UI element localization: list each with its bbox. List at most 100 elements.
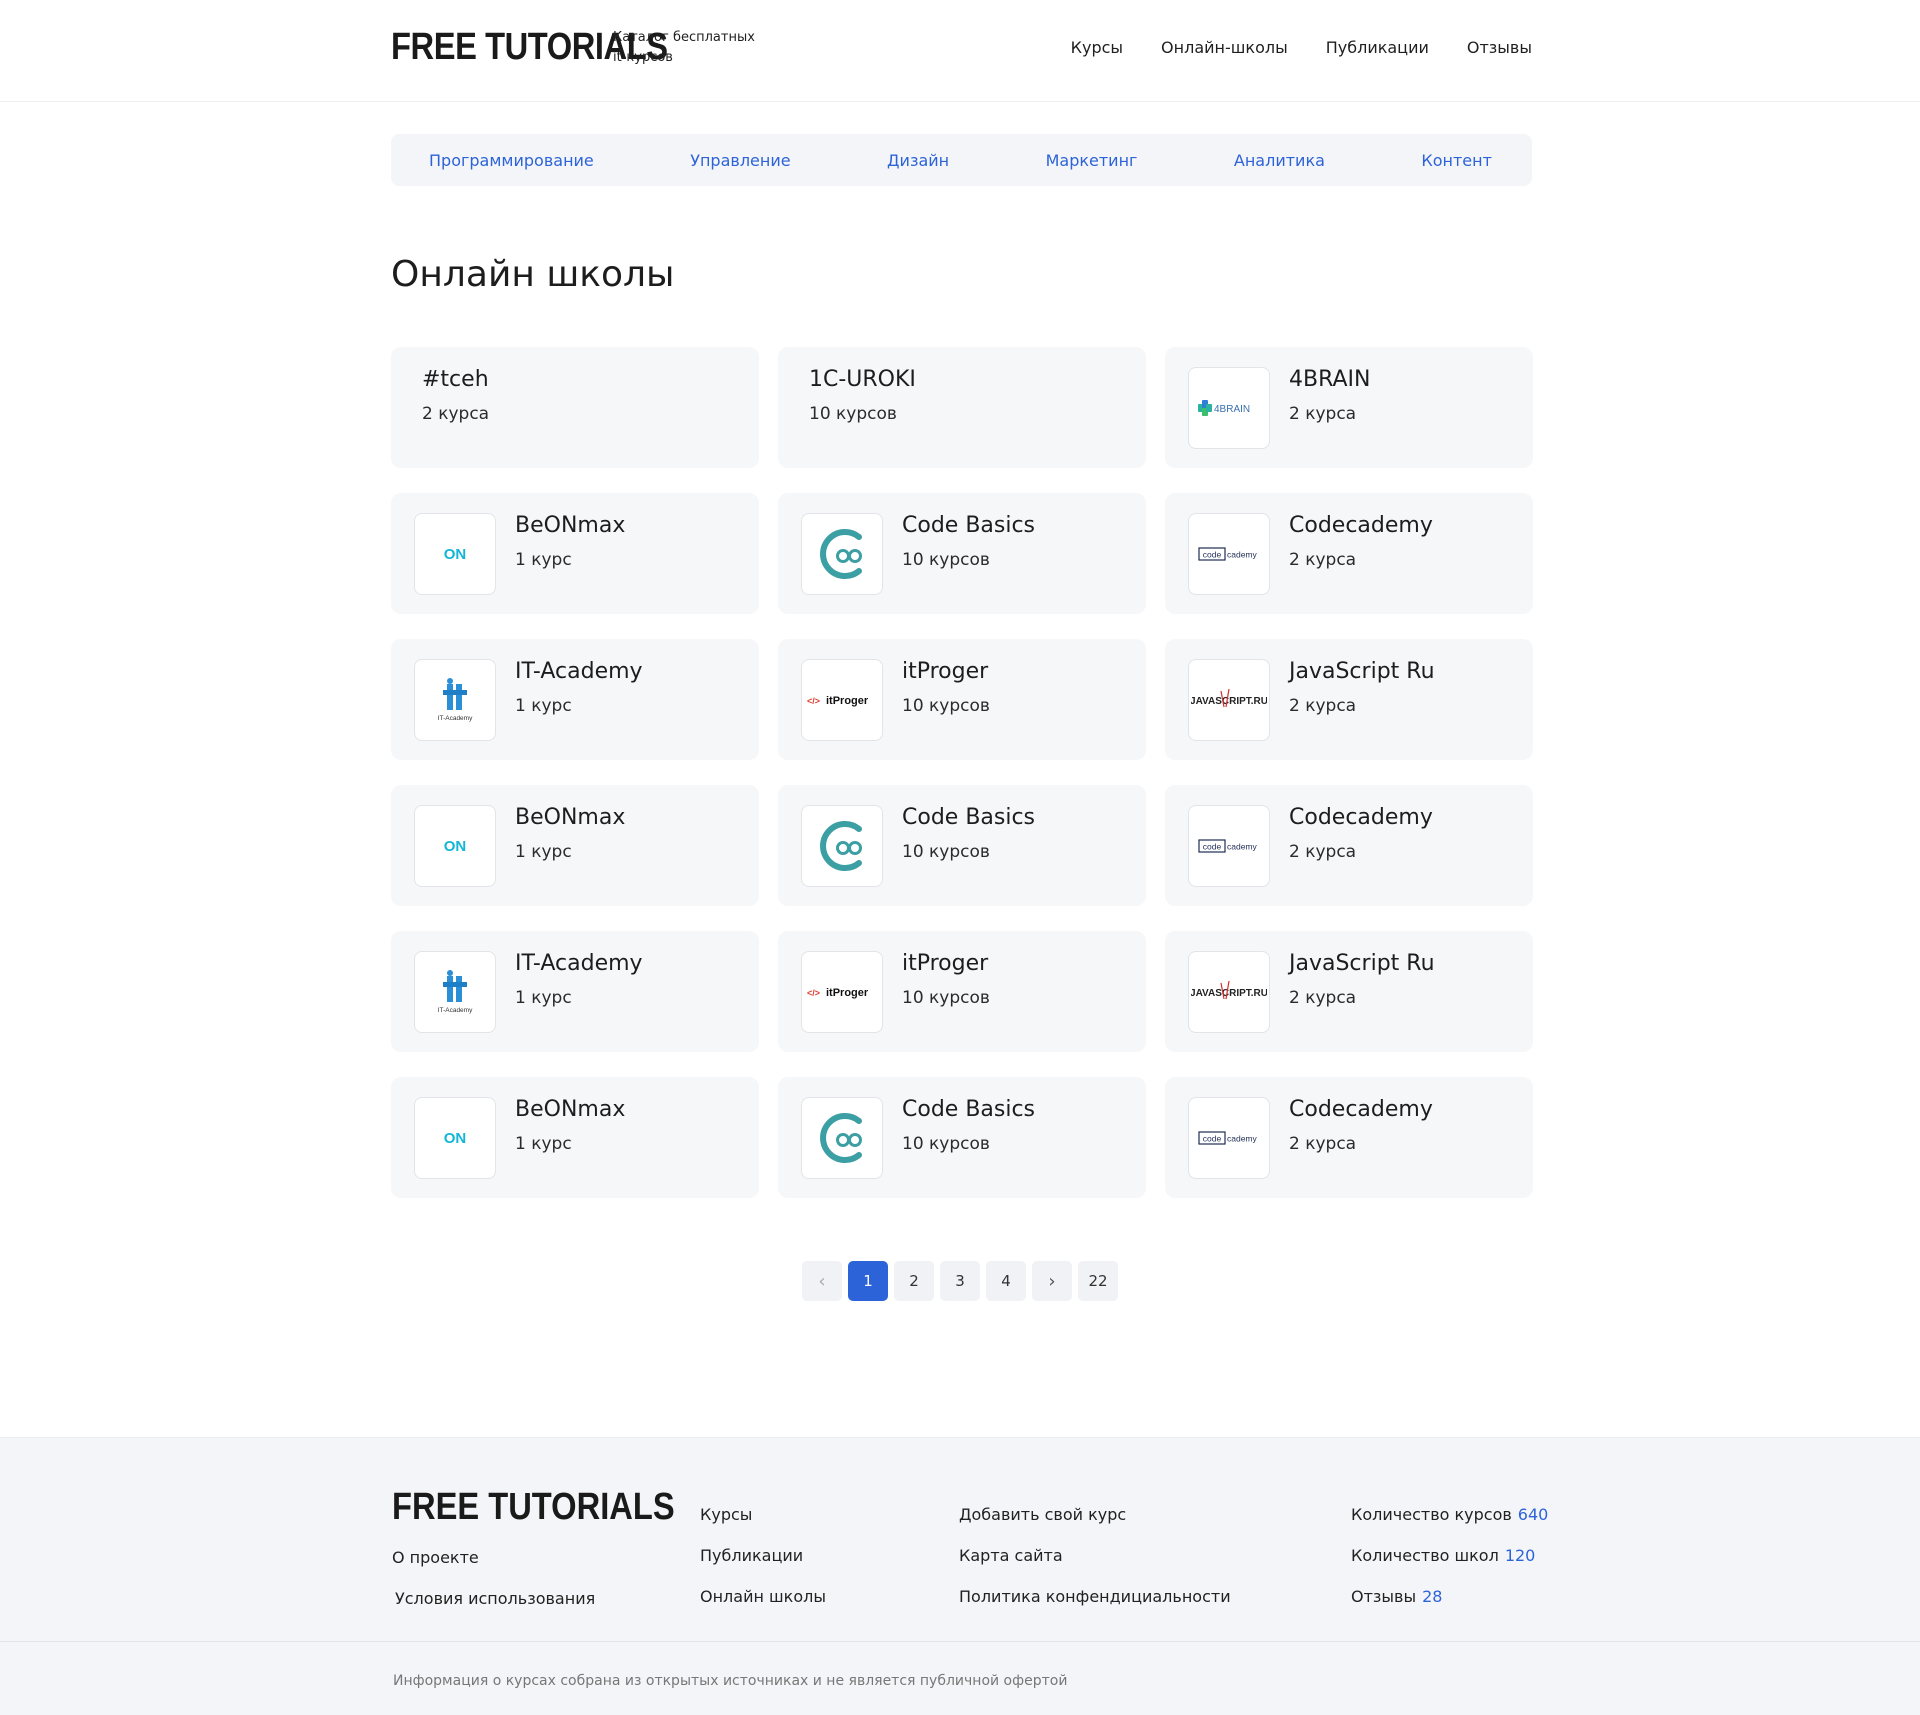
logo-codecademy-cademy: cademy [1227, 1134, 1258, 1144]
school-card[interactable]: ON BeONmax 1 курс [391, 785, 759, 906]
school-name[interactable]: JavaScript Ru [1289, 951, 1435, 976]
footer-link-sitemap[interactable]: Карта сайта [959, 1546, 1231, 1565]
school-card[interactable]: Code Basics 10 курсов [778, 493, 1146, 614]
school-name[interactable]: BeONmax [515, 805, 625, 830]
school-card[interactable]: Code Basics 10 курсов [778, 785, 1146, 906]
pagination-last-page[interactable]: 22 [1078, 1261, 1118, 1301]
nav-link-courses[interactable]: Курсы [1071, 38, 1123, 57]
logo-beonmax-text: ON [444, 838, 467, 855]
school-card[interactable]: ON BeONmax 1 курс [391, 1077, 759, 1198]
school-card[interactable]: code cademy Codecademy 2 курса [1165, 1077, 1533, 1198]
school-name[interactable]: JavaScript Ru [1289, 659, 1435, 684]
school-card[interactable]: JAVASCRIPT.RU JavaScript Ru 2 курса [1165, 931, 1533, 1052]
school-card[interactable]: ON BeONmax 1 курс [391, 493, 759, 614]
logo-javascriptru-text: JAVASCRIPT.RU [1191, 988, 1267, 999]
stat-schools-label: Количество школ [1351, 1546, 1499, 1565]
school-card[interactable]: code cademy Codecademy 2 курса [1165, 785, 1533, 906]
footer-link-publications[interactable]: Публикации [700, 1546, 826, 1565]
school-name[interactable]: #tceh [422, 367, 489, 392]
category-bar: Программирование Управление Дизайн Марке… [391, 134, 1532, 186]
school-card[interactable]: IT-Academy IT-Academy 1 курс [391, 639, 759, 760]
site-footer: FREE TUTORIALS О проекте Условия использ… [0, 1437, 1920, 1715]
school-name[interactable]: Codecademy [1289, 513, 1433, 538]
school-name[interactable]: 1C-UROKI [809, 367, 916, 392]
school-name[interactable]: BeONmax [515, 513, 625, 538]
pagination-page-2[interactable]: 2 [894, 1261, 934, 1301]
school-name[interactable]: Code Basics [902, 513, 1035, 538]
logo-codecademy-code: code [1203, 550, 1222, 560]
footer-link-add-course[interactable]: Добавить свой курс [959, 1505, 1231, 1524]
category-analytics[interactable]: Аналитика [1234, 151, 1325, 170]
school-logo-codecademy: code cademy [1188, 513, 1270, 595]
school-course-count: 2 курса [1289, 550, 1357, 570]
nav-link-online-schools[interactable]: Онлайн-школы [1161, 38, 1288, 57]
nav-link-reviews[interactable]: Отзывы [1467, 38, 1532, 57]
pagination-prev-button[interactable]: ‹ [802, 1261, 842, 1301]
school-name[interactable]: itProger [902, 659, 988, 684]
pagination-page-3[interactable]: 3 [940, 1261, 980, 1301]
footer-logo[interactable]: FREE TUTORIALS [392, 1486, 675, 1529]
logo-beonmax-text: ON [444, 546, 467, 563]
top-nav: Курсы Онлайн-школы Публикации Отзывы [1071, 38, 1532, 57]
footer-link-about[interactable]: О проекте [392, 1548, 595, 1567]
logo-itacademy-text: IT-Academy [438, 1007, 473, 1014]
school-name[interactable]: itProger [902, 951, 988, 976]
category-management[interactable]: Управление [690, 151, 790, 170]
school-name[interactable]: Codecademy [1289, 1097, 1433, 1122]
site-header: FREE TUTORIALS Каталог бесплатных it-кур… [0, 0, 1920, 102]
pagination-next-button[interactable]: › [1032, 1261, 1072, 1301]
school-card[interactable]: 4BRAIN 4BRAIN 2 курса [1165, 347, 1533, 468]
pagination-page-1[interactable]: 1 [848, 1261, 888, 1301]
stat-schools-value: 120 [1504, 1546, 1536, 1565]
school-name[interactable]: BeONmax [515, 1097, 625, 1122]
school-logo-codebasics [801, 805, 883, 887]
school-course-count: 10 курсов [902, 550, 990, 570]
school-name[interactable]: Codecademy [1289, 805, 1433, 830]
school-course-count: 2 курса [1289, 1134, 1357, 1154]
school-card[interactable]: JAVASCRIPT.RU JavaScript Ru 2 курса [1165, 639, 1533, 760]
stat-reviews-label: Отзывы [1351, 1587, 1417, 1606]
logo-itproger-text: itProger [826, 695, 869, 707]
school-name[interactable]: IT-Academy [515, 951, 643, 976]
school-name[interactable]: Code Basics [902, 1097, 1035, 1122]
school-card[interactable]: code cademy Codecademy 2 курса [1165, 493, 1533, 614]
school-card[interactable]: IT-Academy IT-Academy 1 курс [391, 931, 759, 1052]
school-card[interactable]: </> itProger itProger 10 курсов [778, 931, 1146, 1052]
school-card[interactable]: </> itProger itProger 10 курсов [778, 639, 1146, 760]
school-course-count: 10 курсов [902, 988, 990, 1008]
category-design[interactable]: Дизайн [887, 151, 949, 170]
stat-courses-label: Количество курсов [1351, 1505, 1512, 1524]
school-course-count: 2 курса [1289, 988, 1357, 1008]
footer-link-terms[interactable]: Условия использования [395, 1589, 595, 1608]
school-course-count: 1 курс [515, 696, 572, 716]
footer-column-nav: Курсы Публикации Онлайн школы [700, 1505, 826, 1606]
school-logo-javascriptru: JAVASCRIPT.RU [1188, 951, 1270, 1033]
footer-link-online-schools[interactable]: Онлайн школы [700, 1587, 826, 1606]
logo-beonmax-text: ON [444, 1130, 467, 1147]
nav-link-publications[interactable]: Публикации [1326, 38, 1429, 57]
footer-column-about: О проекте Условия использования [392, 1548, 595, 1608]
logo-4brain-text: 4BRAIN [1214, 404, 1250, 415]
page-title: Онлайн школы [391, 254, 675, 295]
category-content[interactable]: Контент [1421, 151, 1492, 170]
school-name[interactable]: IT-Academy [515, 659, 643, 684]
school-card[interactable]: 1C-UROKI 10 курсов [778, 347, 1146, 468]
school-card[interactable]: #tceh 2 курса [391, 347, 759, 468]
school-logo-beonmax: ON [414, 1097, 496, 1179]
category-programming[interactable]: Программирование [429, 151, 594, 170]
footer-link-courses[interactable]: Курсы [700, 1505, 826, 1524]
school-logo-itacademy: IT-Academy [414, 951, 496, 1033]
school-card[interactable]: Code Basics 10 курсов [778, 1077, 1146, 1198]
footer-link-privacy[interactable]: Политика конфендициальности [959, 1587, 1231, 1606]
school-name[interactable]: Code Basics [902, 805, 1035, 830]
school-name[interactable]: 4BRAIN [1289, 367, 1370, 392]
pagination-page-4[interactable]: 4 [986, 1261, 1026, 1301]
logo-codecademy-cademy: cademy [1227, 550, 1258, 560]
school-logo-beonmax: ON [414, 513, 496, 595]
logo-codecademy-cademy: cademy [1227, 842, 1258, 852]
school-course-count: 10 курсов [902, 842, 990, 862]
logo-itproger-tag: </> [807, 696, 820, 706]
logo-itacademy-text: IT-Academy [438, 715, 473, 722]
pagination: ‹ 1 2 3 4 › 22 [802, 1261, 1118, 1301]
category-marketing[interactable]: Маркетинг [1046, 151, 1138, 170]
